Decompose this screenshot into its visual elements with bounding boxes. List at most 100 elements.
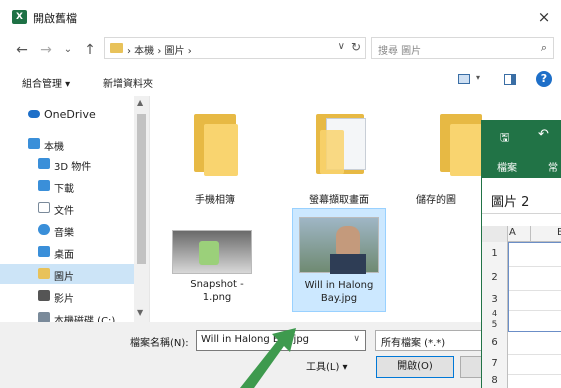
scroll-up-icon[interactable]: ▲ (137, 98, 143, 107)
cube-icon (38, 158, 50, 169)
address-bar[interactable]: › 本機 › 圖片 › ∨ ↻ (104, 37, 366, 59)
thumbnail-subject (336, 226, 360, 256)
refresh-icon[interactable]: ↻ (351, 40, 361, 54)
sidebar-scrollbar[interactable]: ▲ ▼ (134, 96, 149, 322)
thumbnail-subject (199, 241, 219, 265)
breadcrumb[interactable]: › 本機 › 圖片 › (127, 42, 192, 57)
row-header[interactable]: 2 (482, 266, 508, 290)
filename-label: 檔案名稱(N): (130, 338, 189, 349)
file-name: 手機相簿 (195, 195, 235, 206)
file-name: 螢幕擷取畫面 (309, 195, 369, 206)
document-icon (38, 202, 50, 213)
column-header-a[interactable]: A (509, 227, 516, 238)
sidebar-item-label: 桌面 (54, 250, 74, 261)
sidebar-item-label: 音樂 (54, 228, 74, 239)
undo-icon[interactable]: ↶ (538, 127, 549, 142)
name-box-value: 圖片 2 (491, 195, 530, 210)
file-item-image[interactable]: Snapshot - 1.png (170, 224, 264, 314)
sidebar-item-downloads[interactable]: 下載 (0, 176, 134, 196)
excel-ribbon: 🖫 ↶ 檔案 常 (482, 120, 561, 178)
row-header[interactable]: 6 (482, 332, 508, 354)
row-header[interactable]: 7 (482, 354, 508, 374)
row-header[interactable]: 3 (482, 290, 508, 310)
tools-menu-button[interactable]: 工具(L) ▾ (306, 358, 348, 373)
sidebar-item-3d-objects[interactable]: 3D 物件 (0, 154, 134, 174)
folder-front (450, 124, 482, 176)
name-box[interactable]: 圖片 2 (482, 186, 561, 214)
sidebar-item-label: 文件 (54, 206, 74, 217)
chevron-down-icon[interactable]: ▾ (476, 73, 480, 82)
sidebar-item-music[interactable]: 音樂 (0, 220, 134, 240)
file-type-value[interactable]: 所有檔案 (*.*) (381, 334, 445, 349)
search-input[interactable]: 搜尋 圖片 ⌕ (371, 37, 554, 59)
music-icon (38, 224, 50, 235)
search-placeholder: 搜尋 圖片 (378, 46, 422, 57)
pointer-arrow-icon (240, 328, 296, 388)
view-options-icon[interactable] (458, 74, 470, 84)
file-type-select[interactable]: 所有檔案 (*.*) (375, 330, 485, 351)
file-item-folder[interactable]: 螢幕擷取畫面 (292, 104, 386, 206)
row-header[interactable]: 1 (482, 242, 508, 266)
picture-selection-box[interactable] (508, 242, 561, 332)
download-icon (38, 180, 50, 191)
image-thumbnail (299, 217, 379, 274)
row-header[interactable]: 8 (482, 374, 508, 388)
sidebar-item-onedrive[interactable]: OneDrive (0, 104, 134, 124)
recent-locations-icon[interactable]: ⌄ (60, 41, 76, 59)
desktop-icon (38, 246, 50, 257)
save-icon[interactable]: 🖫 (500, 129, 509, 148)
new-folder-button[interactable]: 新增資料夾 (103, 75, 153, 90)
row-header[interactable]: 4 (482, 310, 508, 318)
preview-pane-icon[interactable] (504, 74, 516, 85)
sidebar-item-label: OneDrive (44, 108, 96, 121)
sidebar-item-desktop[interactable]: 桌面 (0, 242, 134, 262)
sidebar-item-label: 圖片 (54, 272, 74, 283)
folder-front (320, 130, 344, 174)
column-header-row: A B (482, 226, 561, 242)
image-thumbnail (172, 230, 252, 274)
search-icon: ⌕ (540, 41, 547, 54)
sidebar-item-label: 下載 (54, 184, 74, 195)
sidebar-item-pictures[interactable]: 圖片 (0, 264, 134, 284)
sidebar-item-label: 本機磁碟 (C:) (54, 316, 116, 322)
chevron-down-icon[interactable]: ∨ (353, 334, 360, 344)
sidebar-item-label: 影片 (54, 294, 74, 305)
sidebar-item-this-pc[interactable]: 本機 (0, 134, 134, 154)
file-item-image-selected[interactable]: Will in Halong Bay.jpg (292, 208, 386, 312)
back-arrow-icon[interactable]: ← (14, 41, 30, 59)
scrollbar-thumb[interactable] (137, 114, 146, 264)
sidebar-item-local-disk[interactable]: 本機磁碟 (C:) (0, 308, 134, 322)
dialog-title: 開啟舊檔 (33, 12, 77, 25)
pictures-icon (38, 268, 50, 279)
close-icon[interactable]: × (533, 6, 555, 28)
up-arrow-icon[interactable]: ↑ (82, 41, 98, 59)
thumbnail-shirt (330, 254, 366, 274)
file-item-folder[interactable]: 手機相簿 (168, 104, 262, 206)
excel-app-icon: X (12, 10, 27, 24)
sidebar-item-label: 本機 (44, 142, 64, 153)
chevron-down-icon[interactable]: ∨ (338, 41, 345, 52)
organize-menu[interactable]: 組合管理 ▾ (22, 75, 70, 90)
computer-icon (28, 138, 40, 149)
folder-icon (110, 43, 123, 53)
grid-line (508, 354, 561, 355)
forward-arrow-icon[interactable]: → (38, 41, 54, 59)
select-all-corner[interactable] (482, 226, 508, 242)
column-header-b[interactable]: B (557, 227, 561, 238)
tab-file[interactable]: 檔案 (497, 159, 517, 174)
column-divider (530, 226, 531, 242)
grid-line (508, 374, 561, 375)
tab-home[interactable]: 常 (548, 159, 558, 174)
drive-icon (38, 312, 50, 322)
file-name: Will in Halong Bay.jpg (304, 280, 374, 304)
video-icon (38, 290, 50, 301)
sidebar-item-label: 3D 物件 (54, 162, 92, 173)
open-button[interactable]: 開啟(O) (376, 356, 454, 378)
sidebar-item-videos[interactable]: 影片 (0, 286, 134, 306)
file-name: Snapshot - 1.png (190, 279, 244, 303)
cloud-icon (28, 110, 40, 118)
help-icon[interactable]: ? (536, 71, 552, 87)
sidebar-item-documents[interactable]: 文件 (0, 198, 134, 218)
scroll-down-icon[interactable]: ▼ (137, 308, 143, 317)
row-header[interactable]: 5 (482, 318, 508, 332)
